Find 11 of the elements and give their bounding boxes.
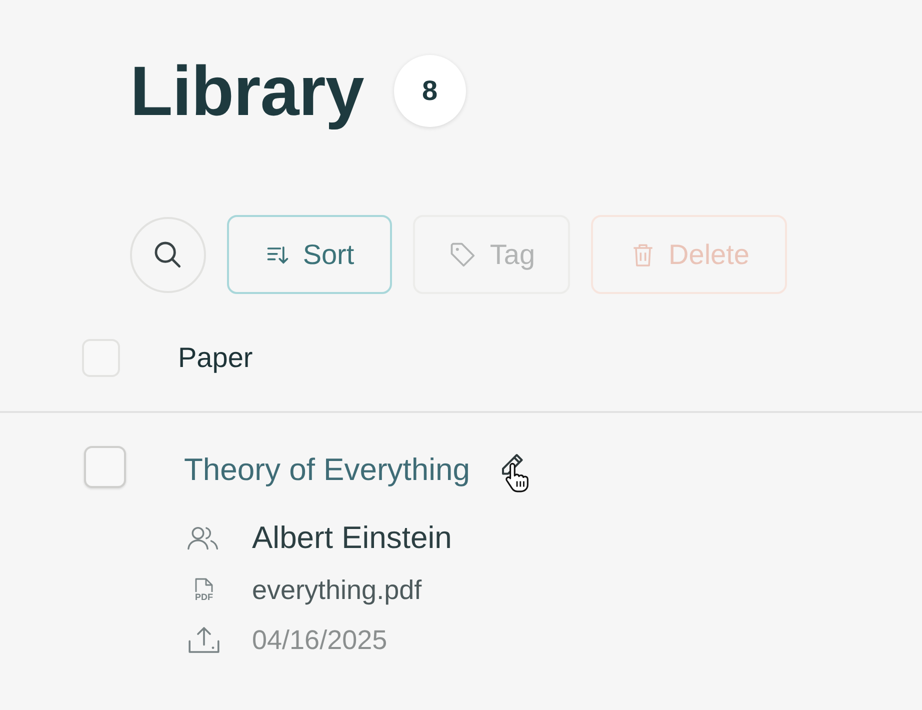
row-checkbox[interactable] bbox=[84, 446, 126, 488]
paper-title[interactable]: Theory of Everything bbox=[184, 452, 470, 488]
search-button[interactable] bbox=[130, 216, 206, 292]
author-name: Albert Einstein bbox=[252, 520, 452, 556]
upload-date: 04/16/2025 bbox=[252, 624, 388, 656]
sort-button[interactable]: Sort bbox=[227, 215, 392, 294]
page-title: Library bbox=[130, 51, 364, 131]
file-name: everything.pdf bbox=[252, 574, 422, 606]
column-header: Paper bbox=[178, 342, 253, 374]
count-badge: 8 bbox=[394, 55, 466, 127]
upload-icon bbox=[186, 625, 222, 655]
